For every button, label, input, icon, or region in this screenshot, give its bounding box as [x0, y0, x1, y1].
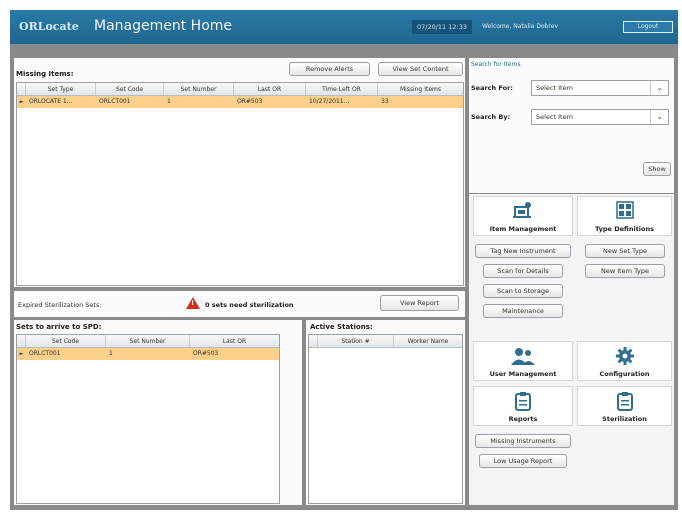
column-header[interactable]: Set Number: [106, 335, 190, 347]
user-management-tile[interactable]: User Management: [473, 341, 573, 381]
row-marker-header: [17, 335, 26, 347]
expired-sets-bar: Expired Sterilization Sets: ! 0 sets nee…: [14, 291, 465, 317]
active-stations-grid-header: Station # Worker Name: [309, 335, 462, 348]
row-marker-header: [17, 83, 26, 95]
sterilization-tile[interactable]: Sterilization: [577, 386, 672, 426]
sets-to-arrive-grid-header: Set Code Set Number Last OR: [17, 335, 279, 348]
type-definitions-label: Type Definitions: [595, 225, 654, 233]
column-header[interactable]: Missing Items: [378, 83, 463, 95]
gear-icon: [578, 346, 671, 366]
type-definitions-tile[interactable]: Type Definitions: [577, 196, 672, 236]
column-header[interactable]: Last OR: [234, 83, 306, 95]
search-for-label: Search For:: [471, 84, 513, 92]
configuration-tile[interactable]: Configuration: [577, 341, 672, 381]
row-marker-header: [309, 335, 318, 347]
main-frame: Missing Items: Remove Alerts View Set Co…: [10, 44, 678, 510]
active-stations-title: Active Stations:: [310, 323, 373, 331]
scan-to-storage-button[interactable]: Scan to Storage: [483, 284, 563, 298]
sets-to-arrive-panel: Sets to arrive to SPD: Set Code Set Numb…: [14, 320, 302, 505]
new-set-type-button[interactable]: New Set Type: [585, 244, 665, 258]
actions-area: Item Management Type Definitions Tag New…: [469, 194, 674, 505]
table-cell: ORLOCATE 1...: [29, 98, 73, 105]
search-by-value: Select Item: [536, 113, 573, 121]
configuration-label: Configuration: [599, 370, 650, 378]
search-title: Search for Items: [471, 61, 521, 68]
grid-icon: [578, 201, 671, 219]
missing-items-panel: Missing Items: Remove Alerts View Set Co…: [14, 58, 465, 287]
view-set-content-button[interactable]: View Set Content: [378, 62, 463, 76]
missing-items-grid-header: Set Type Set Code Set Number Last OR Tim…: [17, 83, 463, 96]
new-item-type-button[interactable]: New Item Type: [585, 264, 665, 278]
expired-sets-label: Expired Sterilization Sets:: [18, 301, 102, 309]
table-cell: ORLCT001: [99, 98, 131, 105]
table-cell: 1: [109, 350, 113, 357]
page-title: Management Home: [94, 18, 233, 34]
chevron-down-icon[interactable]: ⌄: [650, 110, 668, 124]
expired-alert-text: 0 sets need sterilization: [205, 301, 294, 309]
reports-tile[interactable]: Reports: [473, 386, 573, 426]
table-cell: ORLCT001: [29, 350, 61, 357]
app-logo: ORLocate: [19, 20, 79, 33]
search-panel: Search for Items Search For: Select Item…: [469, 58, 674, 193]
active-stations-panel: Active Stations: Station # Worker Name: [306, 320, 465, 505]
row-pointer-icon: ►: [19, 99, 24, 105]
logout-button[interactable]: Logout: [623, 21, 673, 33]
reports-label: Reports: [508, 415, 538, 423]
datetime-display: 07/20/11 12:33: [412, 20, 472, 34]
warning-icon: !: [186, 297, 200, 311]
item-management-tile[interactable]: Item Management: [473, 196, 573, 236]
item-management-label: Item Management: [489, 225, 557, 233]
table-row[interactable]: ► ORLOCATE 1... ORLCT001 1 OR#503 10/27/…: [17, 96, 463, 108]
sets-to-arrive-title: Sets to arrive to SPD:: [16, 323, 102, 331]
column-header[interactable]: Time Left OR: [306, 83, 378, 95]
welcome-text: Welcome, Natalia Dobrev: [482, 23, 559, 30]
search-for-select[interactable]: Select Item ⌄: [531, 80, 669, 96]
item-management-icon: [474, 201, 572, 219]
column-header[interactable]: Set Type: [26, 83, 96, 95]
table-cell: OR#503: [237, 98, 263, 105]
column-header[interactable]: Station #: [318, 335, 394, 347]
table-cell: 10/27/2011...: [309, 98, 350, 105]
search-by-select[interactable]: Select Item ⌄: [531, 109, 669, 125]
search-for-value: Select Item: [536, 84, 573, 92]
view-report-button[interactable]: View Report: [380, 295, 459, 311]
low-usage-report-button[interactable]: Low Usage Report: [479, 454, 567, 468]
tag-new-instrument-button[interactable]: Tag New Instrument: [475, 244, 571, 258]
table-cell: OR#503: [193, 350, 219, 357]
table-cell: 33: [381, 98, 389, 105]
missing-instruments-button[interactable]: Missing Instruments: [475, 434, 571, 448]
missing-items-grid: Set Type Set Code Set Number Last OR Tim…: [16, 82, 464, 286]
remove-alerts-button[interactable]: Remove Alerts: [289, 62, 370, 76]
column-header[interactable]: Worker Name: [394, 335, 462, 347]
table-row[interactable]: ► ORLCT001 1 OR#503: [17, 348, 279, 360]
users-icon: [474, 346, 572, 366]
column-header[interactable]: Set Code: [26, 335, 106, 347]
chevron-down-icon[interactable]: ⌄: [650, 81, 668, 95]
maintenance-button[interactable]: Maintenance: [483, 304, 563, 318]
row-pointer-icon: ►: [19, 351, 24, 357]
sets-to-arrive-grid: Set Code Set Number Last OR ► ORLCT001 1…: [16, 334, 280, 504]
column-header[interactable]: Last OR: [190, 335, 279, 347]
user-management-label: User Management: [489, 370, 557, 378]
clipboard-icon: [474, 391, 572, 411]
clipboard-icon: [578, 391, 671, 411]
scan-for-details-button[interactable]: Scan for Details: [483, 264, 563, 278]
show-button[interactable]: Show: [643, 162, 671, 176]
app-header: ORLocate Management Home 07/20/11 12:33 …: [10, 10, 678, 44]
column-header[interactable]: Set Number: [164, 83, 234, 95]
active-stations-grid: Station # Worker Name: [308, 334, 463, 504]
column-header[interactable]: Set Code: [96, 83, 164, 95]
sterilization-label: Sterilization: [602, 415, 647, 423]
table-cell: 1: [167, 98, 171, 105]
missing-items-title: Missing Items:: [16, 70, 74, 78]
search-by-label: Search By:: [471, 113, 511, 121]
